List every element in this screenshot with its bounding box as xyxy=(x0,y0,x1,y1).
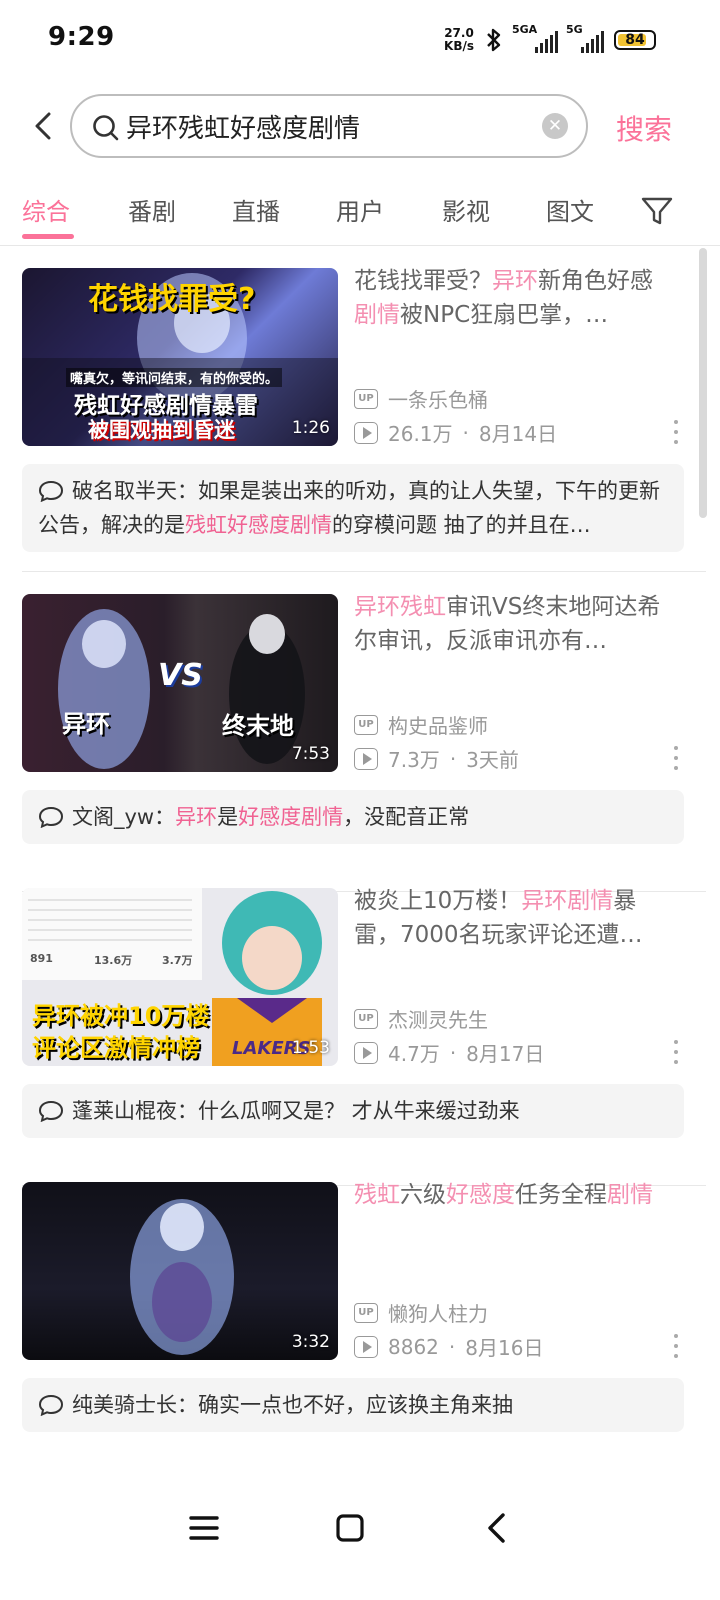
network-speed: 27.0 KB/s xyxy=(444,26,474,53)
top-comment[interactable]: 破名取半天：如果是装出来的听劝，真的让人失望，下午的更新公告，解决的是残虹好感度… xyxy=(22,464,684,552)
uploader[interactable]: UP 构史品鉴师 xyxy=(354,710,488,739)
up-icon: UP xyxy=(354,714,378,735)
status-icons: 27.0 KB/s 5GA 5G 84 xyxy=(444,23,656,56)
more-options-icon[interactable] xyxy=(670,1040,682,1064)
more-options-icon[interactable] xyxy=(670,746,682,770)
tab-film[interactable]: 影视 xyxy=(442,192,490,227)
comment-icon xyxy=(38,480,64,502)
play-count-icon xyxy=(354,421,378,444)
video-card[interactable]: 异环 VS 终末地 7:53 异环残虹审讯VS终末地阿达希尔审讯，反派审讯亦有…… xyxy=(0,574,720,892)
video-stats: 4.7万 · 8月17日 xyxy=(354,1038,544,1067)
tab-live[interactable]: 直播 xyxy=(232,192,280,227)
search-box[interactable]: ✕ xyxy=(70,94,588,158)
back-icon[interactable] xyxy=(476,1506,520,1550)
uploader[interactable]: UP 懒狗人柱力 xyxy=(354,1298,488,1327)
video-title[interactable]: 残虹六级好感度任务全程剧情 xyxy=(354,1178,670,1246)
search-button[interactable]: 搜索 xyxy=(616,108,672,148)
video-duration: 1:26 xyxy=(291,418,330,438)
video-card[interactable]: 891 13.6万 3.7万 LAKERS 异环被冲10万楼 评论区激情冲榜 1… xyxy=(0,868,720,1186)
up-icon: UP xyxy=(354,388,378,409)
up-icon: UP xyxy=(354,1008,378,1029)
play-count-icon xyxy=(354,1041,378,1064)
uploader[interactable]: UP 一条乐色桶 xyxy=(354,384,488,413)
tab-bangumi[interactable]: 番剧 xyxy=(128,192,176,227)
video-thumbnail[interactable]: 异环 VS 终末地 7:53 xyxy=(22,594,338,772)
battery-icon: 84 xyxy=(614,30,656,50)
system-navigation-bar xyxy=(0,1480,720,1600)
tab-articles[interactable]: 图文 xyxy=(546,192,594,227)
video-thumbnail[interactable]: 891 13.6万 3.7万 LAKERS 异环被冲10万楼 评论区激情冲榜 1… xyxy=(22,888,338,1066)
video-stats: 7.3万 · 3天前 xyxy=(354,744,519,773)
video-thumbnail[interactable]: 花钱找罪受? 嘴真欠，等讯问结束，有的你受的。 残虹好感剧情暴雷 被围观抽到昏迷… xyxy=(22,268,338,446)
comment-icon xyxy=(38,806,64,828)
filter-icon[interactable] xyxy=(640,194,674,228)
tab-users[interactable]: 用户 xyxy=(336,192,384,227)
video-card[interactable]: 花钱找罪受? 嘴真欠，等讯问结束，有的你受的。 残虹好感剧情暴雷 被围观抽到昏迷… xyxy=(0,248,720,572)
video-title[interactable]: 被炎上10万楼！异环剧情暴雷，7000名玩家评论还遭… xyxy=(354,884,670,952)
top-comment[interactable]: 蓬莱山棍夜：什么瓜啊又是？ 才从牛来缓过劲来 xyxy=(22,1084,684,1138)
status-bar: 9:29 27.0 KB/s 5GA 5G 84 xyxy=(0,0,720,84)
active-tab-indicator xyxy=(22,234,74,239)
play-count-icon xyxy=(354,747,378,770)
bluetooth-icon xyxy=(487,28,501,52)
more-options-icon[interactable] xyxy=(670,1334,682,1358)
tab-comprehensive[interactable]: 综合 xyxy=(22,192,70,227)
divider xyxy=(22,571,706,572)
search-icon xyxy=(93,115,119,141)
up-icon: UP xyxy=(354,1302,378,1323)
top-comment[interactable]: 纯美骑士长：确实一点也不好，应该换主角来抽 xyxy=(22,1378,684,1432)
search-input[interactable] xyxy=(126,96,526,156)
video-stats: 8862 · 8月16日 xyxy=(354,1332,543,1361)
results-list: 花钱找罪受? 嘴真欠，等讯问结束，有的你受的。 残虹好感剧情暴雷 被围观抽到昏迷… xyxy=(0,248,720,1474)
category-tabs: 综合 番剧 直播 用户 影视 图文 xyxy=(0,180,720,246)
signal-5ga-icon: 5GA xyxy=(512,23,558,53)
home-icon[interactable] xyxy=(328,1506,372,1550)
search-bar: ✕ 搜索 xyxy=(0,94,720,160)
video-card[interactable]: 3:32 残虹六级好感度任务全程剧情 UP 懒狗人柱力 8862 · 8月16日… xyxy=(0,1162,720,1456)
video-title[interactable]: 花钱找罪受？异环新角色好感剧情被NPC狂扇巴掌，… xyxy=(354,264,670,332)
back-arrow-icon[interactable] xyxy=(24,106,64,146)
video-thumbnail[interactable]: 3:32 xyxy=(22,1182,338,1360)
video-duration: 1:53 xyxy=(291,1038,330,1058)
menu-icon[interactable] xyxy=(182,1506,226,1550)
signal-5g-icon: 5G xyxy=(566,23,604,53)
comment-icon xyxy=(38,1100,64,1122)
play-count-icon xyxy=(354,1335,378,1358)
status-time: 9:29 xyxy=(48,22,115,52)
more-options-icon[interactable] xyxy=(670,420,682,444)
uploader[interactable]: UP 杰测灵先生 xyxy=(354,1004,488,1033)
video-duration: 7:53 xyxy=(291,744,330,764)
video-duration: 3:32 xyxy=(291,1332,330,1352)
video-title[interactable]: 异环残虹审讯VS终末地阿达希尔审讯，反派审讯亦有… xyxy=(354,590,670,658)
clear-icon[interactable]: ✕ xyxy=(542,113,568,139)
top-comment[interactable]: 文阁_yw：异环是好感度剧情，没配音正常 xyxy=(22,790,684,844)
comment-icon xyxy=(38,1394,64,1416)
video-stats: 26.1万 · 8月14日 xyxy=(354,418,557,447)
